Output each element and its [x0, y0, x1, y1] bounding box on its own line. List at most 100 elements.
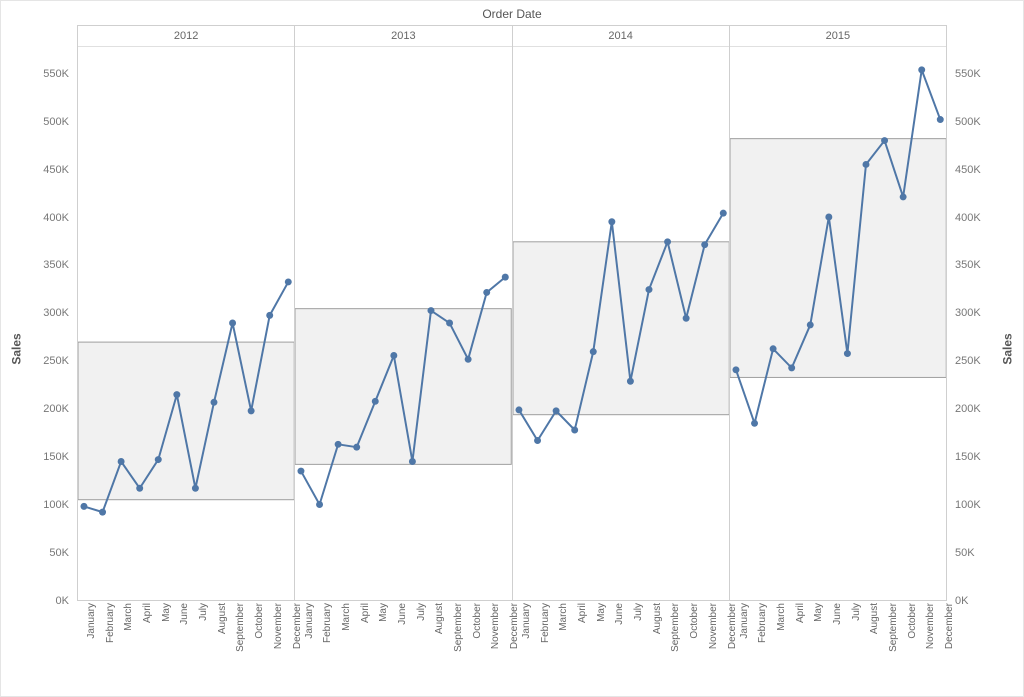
x-tick-label: May [596, 603, 607, 683]
y-tick-label: 400K [949, 212, 1023, 224]
x-tick-label: September [670, 603, 681, 683]
y-tick-label: 0K [949, 595, 1023, 607]
data-point [589, 348, 596, 355]
data-point [732, 366, 739, 373]
reference-band [730, 139, 946, 378]
y-tick-label: 50K [1, 547, 75, 559]
y-tick-label: 250K [949, 355, 1023, 367]
chart-title: Order Date [1, 7, 1023, 21]
data-point [248, 407, 255, 414]
x-tick-label: July [851, 603, 862, 683]
x-tick-label: September [453, 603, 464, 683]
x-tick-label: June [614, 603, 625, 683]
x-tick-label: May [813, 603, 824, 683]
data-point [751, 420, 758, 427]
x-tick-label: December [727, 603, 738, 683]
y-tick-label: 550K [949, 68, 1023, 80]
y-tick-label: 200K [949, 403, 1023, 415]
facet-header: 2012 [78, 26, 294, 47]
data-point [534, 437, 541, 444]
facet-plot [513, 46, 729, 600]
y-tick-label: 50K [949, 547, 1023, 559]
x-tick-label: March [123, 603, 134, 683]
data-point [229, 320, 236, 327]
data-point [465, 356, 472, 363]
data-point [353, 444, 360, 451]
x-tick-label: November [490, 603, 501, 683]
data-point [825, 213, 832, 220]
facet-panel: 2013 [294, 25, 511, 601]
data-point [155, 456, 162, 463]
y-tick-label: 350K [1, 259, 75, 271]
y-axis-ticks-left: 0K50K100K150K200K250K300K350K400K450K500… [1, 45, 75, 601]
data-point [881, 137, 888, 144]
x-tick-label: February [540, 603, 551, 683]
x-tick-label: August [217, 603, 228, 683]
x-tick-label: December [944, 603, 955, 683]
reference-band [513, 242, 729, 415]
y-tick-label: 550K [1, 68, 75, 80]
data-point [80, 503, 87, 510]
y-tick-label: 100K [1, 499, 75, 511]
x-tick-label: September [888, 603, 899, 683]
x-tick-label: March [341, 603, 352, 683]
data-point [372, 398, 379, 405]
y-tick-label: 300K [949, 307, 1023, 319]
data-point [571, 426, 578, 433]
data-point [719, 210, 726, 217]
x-tick-label: November [273, 603, 284, 683]
data-point [701, 241, 708, 248]
x-tick-label: March [776, 603, 787, 683]
facet-panel: 2014 [512, 25, 729, 601]
y-tick-label: 400K [1, 212, 75, 224]
x-tick-label: January [521, 603, 532, 683]
data-point [645, 286, 652, 293]
x-tick-label: April [795, 603, 806, 683]
y-tick-label: 100K [949, 499, 1023, 511]
x-tick-label: June [397, 603, 408, 683]
x-tick-label: June [179, 603, 190, 683]
data-point [682, 315, 689, 322]
x-tick-label: February [322, 603, 333, 683]
y-tick-label: 0K [1, 595, 75, 607]
data-point [769, 345, 776, 352]
reference-band [78, 342, 294, 500]
data-point [136, 485, 143, 492]
data-point [844, 350, 851, 357]
data-point [285, 278, 292, 285]
data-point [626, 378, 633, 385]
x-tick-label: September [235, 603, 246, 683]
data-point [608, 218, 615, 225]
x-tick-label: February [757, 603, 768, 683]
data-point [335, 441, 342, 448]
facet-header: 2014 [513, 26, 729, 47]
data-point [788, 364, 795, 371]
x-tick-label: August [434, 603, 445, 683]
x-tick-label: January [86, 603, 97, 683]
x-tick-label: December [509, 603, 520, 683]
data-point [918, 66, 925, 73]
data-point [266, 312, 273, 319]
data-point [298, 468, 305, 475]
y-tick-label: 300K [1, 307, 75, 319]
x-tick-label: August [652, 603, 663, 683]
x-tick-label: July [416, 603, 427, 683]
data-point [515, 406, 522, 413]
x-tick-label: March [558, 603, 569, 683]
data-point [502, 274, 509, 281]
facet-panels: 2012201320142015 [77, 25, 947, 601]
y-tick-label: 500K [1, 116, 75, 128]
data-point [99, 509, 106, 516]
data-point [316, 501, 323, 508]
facet-plot [295, 46, 511, 600]
facet-plot [78, 46, 294, 600]
x-tick-label: November [925, 603, 936, 683]
data-point [211, 399, 218, 406]
x-tick-label: October [254, 603, 265, 683]
x-tick-label: January [739, 603, 750, 683]
x-axis-ticks: January February March April May June July Augu… [77, 601, 947, 693]
x-tick-label: October [472, 603, 483, 683]
x-tick-label: April [577, 603, 588, 683]
x-tick-label: October [689, 603, 700, 683]
x-tick-label: April [142, 603, 153, 683]
